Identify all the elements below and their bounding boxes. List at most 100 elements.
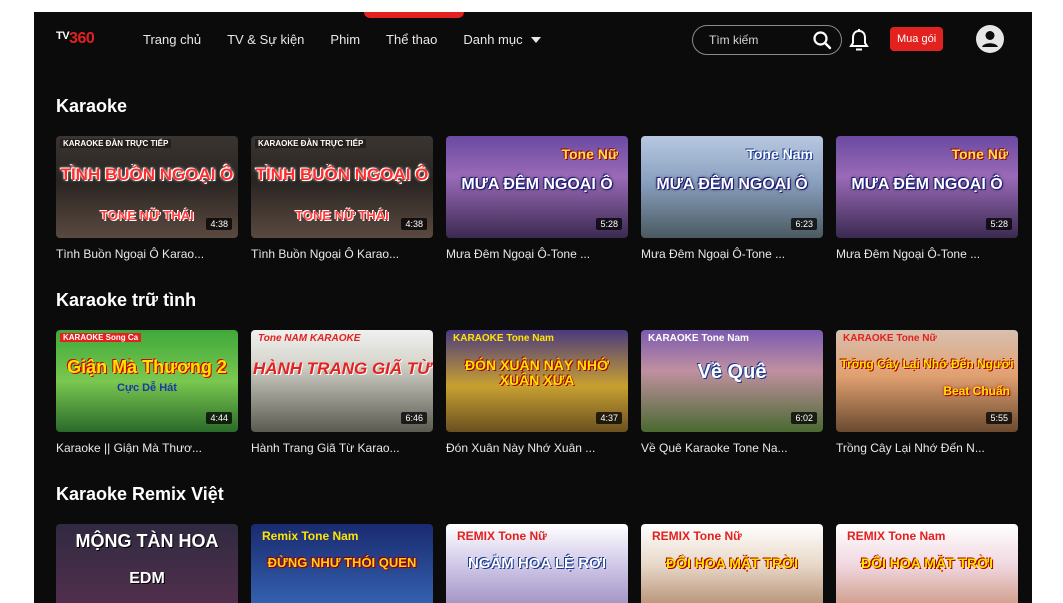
thumb-title-text: Giận Mà Thương 2 bbox=[67, 357, 227, 377]
thumb-tone-text: Tone Nữ bbox=[561, 146, 618, 162]
video-card[interactable]: KARAOKE Tone Nam ĐÓN XUÂN NÀY NHỚ XUÂN X… bbox=[446, 330, 628, 455]
video-title[interactable]: Hành Trang Giã Từ Karao... bbox=[251, 441, 433, 455]
duration-badge: 6:46 bbox=[401, 412, 427, 424]
video-thumbnail[interactable]: KARAOKE Tone Nam Về Quê 6:02 bbox=[641, 330, 823, 432]
section-title: Karaoke trữ tình bbox=[56, 290, 197, 310]
thumb-title-text: MƯA ĐÊM NGOẠI Ô bbox=[461, 176, 613, 193]
thumb-top-text: REMIX Tone Nữ bbox=[457, 529, 547, 543]
video-title[interactable]: Tình Buồn Ngoại Ô Karao... bbox=[251, 247, 433, 261]
video-card[interactable]: Remix Tone Nam ĐỪNG NHƯ THÓI QUEN bbox=[251, 524, 433, 603]
thumb-top-text: KARAOKE Song Ca bbox=[60, 333, 142, 342]
video-card[interactable]: Tone Nữ MƯA ĐÊM NGOẠI Ô 5:28 Mưa Đêm Ngo… bbox=[836, 136, 1018, 261]
logo-tv-text: TV bbox=[56, 30, 70, 42]
video-thumbnail[interactable]: Remix Tone Nam ĐỪNG NHƯ THÓI QUEN bbox=[251, 524, 433, 603]
thumb-title-text: ĐỪNG NHƯ THÓI QUEN bbox=[267, 555, 417, 570]
content-row: KARAOKE ĐÀN TRỰC TIẾP TÌNH BUỒN NGOẠI Ô … bbox=[56, 136, 1018, 261]
video-card[interactable]: REMIX Tone Nam ĐỔI HOA MẶT TRỜI bbox=[836, 524, 1018, 603]
duration-badge: 5:55 bbox=[986, 412, 1012, 424]
thumb-title-text: TÌNH BUỒN NGOẠI Ô bbox=[255, 165, 429, 184]
duration-badge: 6:02 bbox=[791, 412, 817, 424]
video-card[interactable]: MỘNG TÀN HOA EDM bbox=[56, 524, 238, 603]
thumb-top-text: Tone NAM KARAOKE bbox=[258, 333, 361, 344]
main-nav: Trang chủ TV & Sự kiện Phim Thể thao Dan… bbox=[143, 32, 567, 47]
thumb-title-text: Trồng Cây Lại Nhớ Đến Người bbox=[840, 357, 1014, 371]
avatar[interactable] bbox=[975, 24, 1005, 54]
video-thumbnail[interactable]: Tone Nam MƯA ĐÊM NGOẠI Ô 6:23 bbox=[641, 136, 823, 238]
thumb-title-text: ĐÓN XUÂN NÀY NHỚ XUÂN XƯA bbox=[465, 357, 609, 388]
video-card[interactable]: KARAOKE Tone Nam Về Quê 6:02 Về Quê Kara… bbox=[641, 330, 823, 455]
video-card[interactable]: KARAOKE ĐÀN TRỰC TIẾP TÌNH BUỒN NGOẠI Ô … bbox=[56, 136, 238, 261]
nav-item-categories[interactable]: Danh mục bbox=[463, 32, 541, 47]
video-thumbnail[interactable]: MỘNG TÀN HOA EDM bbox=[56, 524, 238, 603]
thumb-title-text: MƯA ĐÊM NGOẠI Ô bbox=[656, 176, 808, 193]
search-icon[interactable] bbox=[811, 29, 833, 51]
video-card[interactable]: REMIX Tone Nữ ĐỔI HOA MẶT TRỜI bbox=[641, 524, 823, 603]
thumb-top-text: KARAOKE ĐÀN TRỰC TIẾP bbox=[60, 139, 172, 148]
section-title: Karaoke Remix Việt bbox=[56, 484, 224, 504]
video-title[interactable]: Đón Xuân Này Nhớ Xuân ... bbox=[446, 441, 628, 455]
duration-badge: 6:23 bbox=[791, 218, 817, 230]
nav-item-home[interactable]: Trang chủ bbox=[143, 32, 201, 47]
search-placeholder: Tìm kiếm bbox=[709, 33, 759, 47]
thumb-top-text: KARAOKE Tone Nữ bbox=[843, 333, 937, 344]
duration-badge: 4:44 bbox=[206, 412, 232, 424]
video-card[interactable]: KARAOKE Tone Nữ Trồng Cây Lại Nhớ Đến Ng… bbox=[836, 330, 1018, 455]
caret-down-icon bbox=[530, 36, 541, 43]
video-thumbnail[interactable]: KARAOKE ĐÀN TRỰC TIẾP TÌNH BUỒN NGOẠI Ô … bbox=[56, 136, 238, 238]
video-thumbnail[interactable]: REMIX Tone Nữ ĐỔI HOA MẶT TRỜI bbox=[641, 524, 823, 603]
video-title[interactable]: Về Quê Karaoke Tone Na... bbox=[641, 441, 823, 455]
video-thumbnail[interactable]: Tone Nữ MƯA ĐÊM NGOẠI Ô 5:28 bbox=[446, 136, 628, 238]
tv360-logo[interactable]: TV360 bbox=[56, 30, 95, 48]
top-navigation-bar: TV360 Trang chủ TV & Sự kiện Phim Thể th… bbox=[34, 12, 1032, 70]
video-title[interactable]: Tình Buồn Ngoại Ô Karao... bbox=[56, 247, 238, 261]
thumb-tone-text: Tone Nữ bbox=[951, 146, 1008, 162]
video-thumbnail[interactable]: REMIX Tone Nam ĐỔI HOA MẶT TRỜI bbox=[836, 524, 1018, 603]
video-card[interactable]: Tone Nam MƯA ĐÊM NGOẠI Ô 6:23 Mưa Đêm Ng… bbox=[641, 136, 823, 261]
app-frame: TV360 Trang chủ TV & Sự kiện Phim Thể th… bbox=[34, 12, 1032, 603]
thumb-top-text: KARAOKE Tone Nam bbox=[648, 333, 749, 344]
nav-item-movies[interactable]: Phim bbox=[330, 32, 360, 47]
thumb-title-text: HÀNH TRANG GIÃ TỪ bbox=[252, 359, 432, 378]
nav-item-sports[interactable]: Thể thao bbox=[386, 32, 437, 47]
video-title[interactable]: Mưa Đêm Ngoại Ô-Tone ... bbox=[446, 247, 628, 261]
video-title[interactable]: Mưa Đêm Ngoại Ô-Tone ... bbox=[836, 247, 1018, 261]
video-title[interactable]: Karaoke || Giận Mà Thươ... bbox=[56, 441, 238, 455]
duration-badge: 4:38 bbox=[401, 218, 427, 230]
video-card[interactable]: Tone NAM KARAOKE HÀNH TRANG GIÃ TỪ 6:46 … bbox=[251, 330, 433, 455]
video-thumbnail[interactable]: KARAOKE Tone Nam ĐÓN XUÂN NÀY NHỚ XUÂN X… bbox=[446, 330, 628, 432]
content-row: MỘNG TÀN HOA EDM Remix Tone Nam ĐỪNG NHƯ… bbox=[56, 524, 1018, 603]
thumb-tone-text: Tone Nam bbox=[746, 146, 813, 162]
video-thumbnail[interactable]: Tone Nữ MƯA ĐÊM NGOẠI Ô 5:28 bbox=[836, 136, 1018, 238]
video-thumbnail[interactable]: KARAOKE Song Ca Giận Mà Thương 2 Cực Dễ … bbox=[56, 330, 238, 432]
thumb-title-text: NGẮM HOA LỆ RƠI bbox=[467, 555, 607, 572]
video-title[interactable]: Mưa Đêm Ngoại Ô-Tone ... bbox=[641, 247, 823, 261]
section-title: Karaoke bbox=[56, 96, 128, 116]
video-card[interactable]: KARAOKE ĐÀN TRỰC TIẾP TÌNH BUỒN NGOẠI Ô … bbox=[251, 136, 433, 261]
video-thumbnail[interactable]: REMIX Tone Nữ NGẮM HOA LỆ RƠI bbox=[446, 524, 628, 603]
video-thumbnail[interactable]: KARAOKE Tone Nữ Trồng Cây Lại Nhớ Đến Ng… bbox=[836, 330, 1018, 432]
video-card[interactable]: REMIX Tone Nữ NGẮM HOA LỆ RƠI bbox=[446, 524, 628, 603]
thumb-title-text: ĐỔI HOA MẶT TRỜI bbox=[861, 555, 993, 571]
video-card[interactable]: KARAOKE Song Ca Giận Mà Thương 2 Cực Dễ … bbox=[56, 330, 238, 455]
bell-icon[interactable] bbox=[848, 28, 870, 52]
thumb-top-text: KARAOKE Tone Nam bbox=[453, 333, 554, 344]
search-box[interactable]: Tìm kiếm bbox=[692, 25, 842, 55]
content-row: KARAOKE Song Ca Giận Mà Thương 2 Cực Dễ … bbox=[56, 330, 1018, 455]
thumb-top-text: KARAOKE ĐÀN TRỰC TIẾP bbox=[255, 139, 367, 148]
duration-badge: 5:28 bbox=[986, 218, 1012, 230]
thumb-top-text: REMIX Tone Nữ bbox=[652, 529, 742, 543]
video-card[interactable]: Tone Nữ MƯA ĐÊM NGOẠI Ô 5:28 Mưa Đêm Ngo… bbox=[446, 136, 628, 261]
buy-package-button[interactable]: Mua gói bbox=[890, 27, 944, 51]
thumb-title-text: ĐỔI HOA MẶT TRỜI bbox=[666, 555, 798, 571]
nav-item-tv-events[interactable]: TV & Sự kiện bbox=[227, 32, 304, 47]
thumb-title-text: MƯA ĐÊM NGOẠI Ô bbox=[851, 176, 1003, 193]
thumb-title-text: MỘNG TÀN HOA bbox=[75, 531, 219, 551]
video-thumbnail[interactable]: Tone NAM KARAOKE HÀNH TRANG GIÃ TỪ 6:46 bbox=[251, 330, 433, 432]
thumb-sub-text: Cực Dễ Hát bbox=[117, 382, 177, 394]
thumb-title-text: Về Quê bbox=[697, 361, 767, 383]
video-title[interactable]: Trồng Cây Lại Nhớ Đến N... bbox=[836, 441, 1018, 455]
thumb-top-text: Remix Tone Nam bbox=[262, 529, 359, 543]
video-thumbnail[interactable]: KARAOKE ĐÀN TRỰC TIẾP TÌNH BUỒN NGOẠI Ô … bbox=[251, 136, 433, 238]
thumb-sub-text: Beat Chuẩn bbox=[943, 384, 1010, 398]
duration-badge: 4:37 bbox=[596, 412, 622, 424]
